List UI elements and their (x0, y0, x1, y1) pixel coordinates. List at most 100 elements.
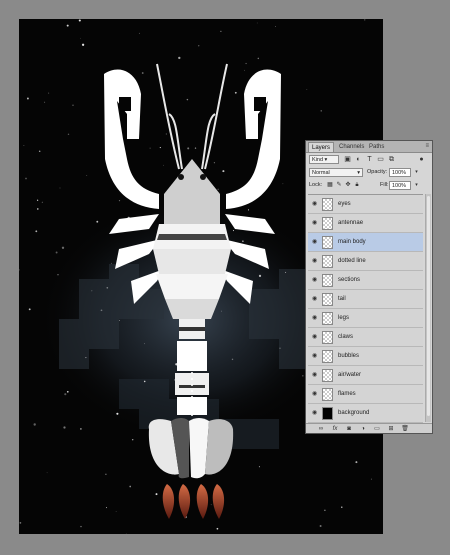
lock-position-icon[interactable]: ✥ (344, 181, 352, 190)
visibility-eye-icon[interactable]: ◉ (312, 239, 317, 245)
layer-row[interactable]: ◉ flames (308, 385, 423, 404)
dot (191, 402, 193, 404)
fx-icon[interactable]: fx (330, 425, 340, 433)
bubble (178, 56, 181, 60)
bubble (282, 183, 284, 185)
layer-row[interactable]: ◉ background (308, 404, 423, 423)
bubble (131, 438, 134, 441)
bubble (258, 274, 262, 278)
bubble (324, 509, 326, 511)
type-filter-icon[interactable]: T (365, 155, 374, 164)
bubble (141, 72, 144, 74)
adjustment-filter-icon[interactable]: ◐ (354, 155, 363, 164)
bubble (370, 478, 372, 480)
opacity-field[interactable]: 100% (389, 168, 411, 177)
scrollbar-thumb[interactable] (427, 196, 430, 416)
layer-row[interactable]: ◉ air/water (308, 366, 423, 385)
bubble (234, 91, 237, 94)
layer-row[interactable]: ◉ dotted line (308, 252, 423, 271)
tab-paths[interactable]: Paths (366, 142, 387, 152)
add-mask-icon[interactable]: ◙ (344, 425, 354, 433)
layer-thumbnail (322, 350, 333, 363)
fill-field[interactable]: 100% (389, 181, 411, 190)
layer-name[interactable]: dotted line (338, 258, 366, 265)
bubble (279, 347, 281, 349)
layer-name[interactable]: sections (338, 277, 360, 284)
bubble (258, 466, 260, 468)
layer-row[interactable]: ◉ tail (308, 290, 423, 309)
bubble (110, 262, 112, 264)
bubble (59, 187, 61, 189)
tab-layers[interactable]: Layers (308, 142, 335, 152)
bubble (129, 485, 132, 488)
layer-name[interactable]: claws (338, 334, 353, 341)
layer-name[interactable]: legs (338, 315, 349, 322)
visibility-eye-icon[interactable]: ◉ (312, 334, 317, 340)
bubble (194, 147, 197, 149)
dot (191, 360, 193, 362)
visibility-eye-icon[interactable]: ◉ (312, 353, 317, 359)
visibility-eye-icon[interactable]: ◉ (312, 410, 317, 416)
layer-thumbnail (322, 331, 333, 344)
layer-name[interactable]: flames (338, 391, 356, 398)
visibility-eye-icon[interactable]: ◉ (312, 277, 317, 283)
layer-thumbnail (322, 217, 333, 230)
layer-name[interactable]: main body (338, 239, 366, 246)
opacity-dropdown-icon[interactable]: ▾ (412, 168, 421, 177)
bubble (105, 507, 108, 509)
bubble (125, 532, 127, 534)
adjustment-layer-icon[interactable]: ◑ (358, 425, 368, 433)
visibility-eye-icon[interactable]: ◉ (312, 201, 317, 207)
pixel-filter-icon[interactable]: ▣ (343, 155, 352, 164)
dot (191, 354, 193, 356)
bubble (23, 144, 25, 146)
new-layer-icon[interactable]: ⊞ (386, 425, 396, 433)
filter-kind-select[interactable]: Kind ▾ (309, 155, 339, 164)
layer-name[interactable]: air/water (338, 372, 361, 379)
blend-mode-label: Normal (312, 170, 330, 176)
layer-row[interactable]: ◉ bubbles (308, 347, 423, 366)
bubble (106, 286, 109, 289)
layer-name[interactable]: eyes (338, 201, 351, 208)
layer-name[interactable]: antennae (338, 220, 363, 227)
layer-row[interactable]: ◉ eyes (308, 195, 423, 214)
lock-all-icon[interactable]: 🔒︎ (353, 181, 361, 190)
visibility-eye-icon[interactable]: ◉ (312, 391, 317, 397)
lock-transparent-icon[interactable]: ▦ (326, 181, 334, 190)
layer-thumbnail (322, 407, 333, 420)
panel-menu-icon[interactable]: ≡ (425, 143, 429, 149)
bubble (244, 69, 245, 71)
layer-name[interactable]: tail (338, 296, 346, 303)
lock-image-icon[interactable]: ✎ (335, 181, 343, 190)
visibility-eye-icon[interactable]: ◉ (312, 258, 317, 264)
layer-name[interactable]: background (338, 410, 369, 417)
fill-dropdown-icon[interactable]: ▾ (412, 181, 421, 190)
visibility-eye-icon[interactable]: ◉ (312, 220, 317, 226)
bubble (66, 24, 69, 27)
delete-layer-icon[interactable]: 🗑︎ (400, 425, 410, 433)
bubble (63, 426, 66, 429)
new-group-icon[interactable]: ▭ (372, 425, 382, 433)
layer-row[interactable]: ◉ claws (308, 328, 423, 347)
flames (162, 484, 225, 519)
layer-row[interactable]: ◉ antennae (308, 214, 423, 233)
bubble (306, 88, 308, 90)
layer-name[interactable]: bubbles (338, 353, 359, 360)
tab-channels[interactable]: Channels (336, 142, 367, 152)
filter-toggle-icon[interactable]: ● (417, 155, 426, 164)
bubble (143, 380, 146, 383)
layer-row[interactable]: ◉ sections (308, 271, 423, 290)
visibility-eye-icon[interactable]: ◉ (312, 315, 317, 321)
layers-panel[interactable]: Layers Channels Paths ≡ Kind ▾ ▣ ◐ T ▭ ⧉… (305, 140, 433, 434)
blend-mode-select[interactable]: Normal ▾ (309, 168, 363, 177)
visibility-eye-icon[interactable]: ◉ (312, 372, 317, 378)
visibility-eye-icon[interactable]: ◉ (312, 296, 317, 302)
smart-object-filter-icon[interactable]: ⧉ (387, 155, 396, 164)
layer-list-scrollbar[interactable] (425, 194, 431, 422)
opacity-label: Opacity: (367, 169, 388, 175)
layer-row[interactable]: ◉ main body (308, 233, 423, 252)
shape-filter-icon[interactable]: ▭ (376, 155, 385, 164)
link-layers-icon[interactable]: ∞ (316, 425, 326, 433)
layer-row[interactable]: ◉ legs (308, 309, 423, 328)
bubble (105, 473, 107, 476)
